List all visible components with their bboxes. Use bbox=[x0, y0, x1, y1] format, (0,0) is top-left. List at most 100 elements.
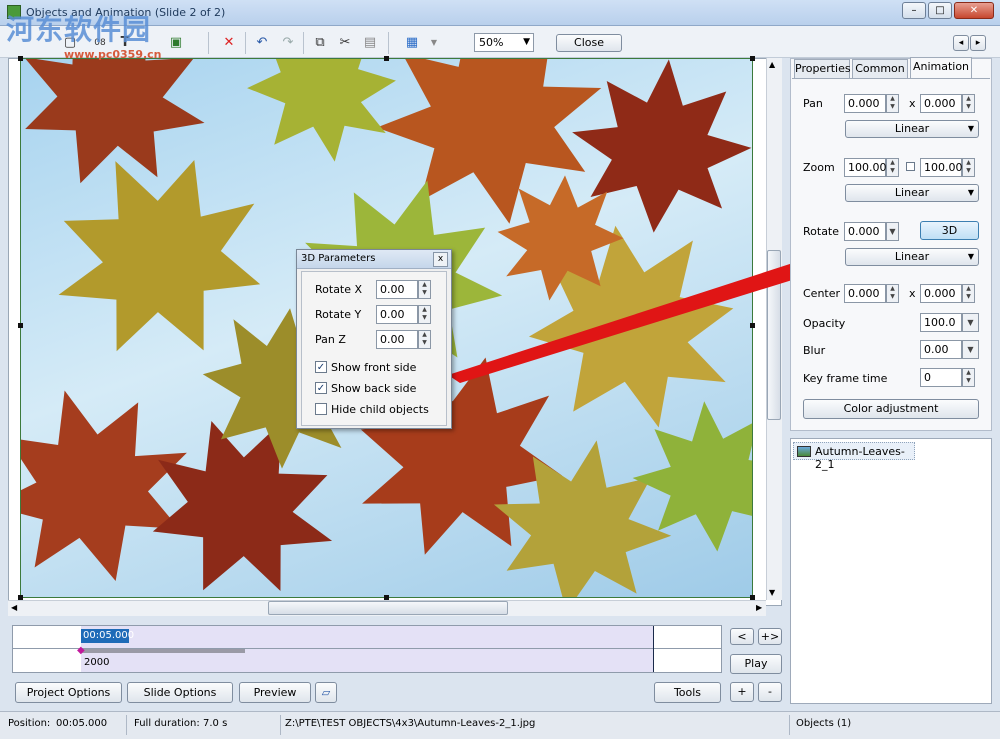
tab-animation[interactable]: Animation bbox=[910, 57, 972, 79]
pan-y-input[interactable]: 0.000 bbox=[920, 94, 962, 113]
rotate-label: Rotate bbox=[803, 225, 840, 238]
watermark-logo: 河东软件园 bbox=[6, 13, 152, 46]
rotate-input[interactable]: 0.000 bbox=[844, 222, 886, 241]
objects-list bbox=[790, 438, 992, 704]
undo-icon[interactable]: ↶ bbox=[252, 34, 272, 52]
status-file-path: Z:\PTE\TEST OBJECTS\4x3\Autumn-Leaves-2_… bbox=[285, 718, 536, 729]
selection-handle[interactable] bbox=[18, 56, 23, 61]
pan-x-separator: x bbox=[909, 97, 916, 110]
paste-icon[interactable]: ▤ bbox=[360, 34, 380, 52]
blur-dropdown-icon[interactable]: ▼ bbox=[962, 340, 979, 359]
zoom-label: Zoom bbox=[803, 161, 835, 174]
zoom-y-spinner[interactable]: ▲ ▼ bbox=[962, 158, 975, 177]
zoom-x-spinner[interactable]: ▲ ▼ bbox=[886, 158, 899, 177]
cut-icon[interactable]: ✂ bbox=[335, 34, 355, 52]
add-image-icon[interactable]: ▣ bbox=[166, 34, 186, 52]
scroll-up-icon[interactable]: ▲ bbox=[769, 60, 775, 69]
selection-handle[interactable] bbox=[384, 56, 389, 61]
center-y-spinner[interactable]: ▲ ▼ bbox=[962, 284, 975, 303]
opacity-dropdown-icon[interactable]: ▼ bbox=[962, 313, 979, 332]
add-keyframe-button[interactable]: + bbox=[730, 682, 754, 702]
dialog-title: 3D Parameters bbox=[301, 253, 376, 264]
rotate-mode-select[interactable]: Linear ▼ bbox=[845, 248, 979, 266]
play-button[interactable]: Play bbox=[730, 654, 782, 674]
opacity-label: Opacity bbox=[803, 317, 846, 330]
nav-prev-button[interactable]: ◂ bbox=[953, 35, 969, 51]
zoom-lock-checkbox[interactable] bbox=[906, 162, 915, 171]
grid-dropdown-icon[interactable]: ▼ bbox=[424, 34, 444, 52]
redo-icon[interactable]: ↷ bbox=[278, 34, 298, 52]
image-object-icon bbox=[797, 446, 811, 457]
pan-y-spinner[interactable]: ▲ ▼ bbox=[962, 94, 975, 113]
zoom-mode-select[interactable]: Linear ▼ bbox=[845, 184, 979, 202]
scroll-left-icon[interactable]: ◀ bbox=[11, 603, 17, 612]
rotate-dropdown-icon[interactable]: ▼ bbox=[886, 222, 899, 241]
show-back-label: Show back side bbox=[331, 382, 417, 395]
selection-handle[interactable] bbox=[750, 56, 755, 61]
pan-x-spinner[interactable]: ▲ ▼ bbox=[886, 94, 899, 113]
prev-keyframe-button[interactable]: < bbox=[730, 628, 754, 645]
dialog-close-button[interactable]: x bbox=[433, 252, 448, 267]
pan-z-label: Pan Z bbox=[315, 333, 346, 346]
status-position-label: Position: bbox=[8, 718, 51, 729]
grid-icon[interactable]: ▦ bbox=[402, 34, 422, 52]
status-position: 00:05.000 bbox=[56, 718, 108, 729]
color-adjustment-button[interactable]: Color adjustment bbox=[803, 399, 979, 419]
hide-child-checkbox[interactable] bbox=[315, 403, 327, 415]
dialog-caption: 3D Parameters x bbox=[297, 250, 451, 269]
project-options-button[interactable]: Project Options bbox=[15, 682, 122, 703]
remove-keyframe-button[interactable]: - bbox=[758, 682, 782, 702]
scroll-down-icon[interactable]: ▼ bbox=[769, 588, 775, 597]
delete-icon[interactable]: ✕ bbox=[219, 34, 239, 52]
object-name: Autumn-Leaves-2_1 bbox=[815, 445, 905, 471]
pan-x-input[interactable]: 0.000 bbox=[844, 94, 886, 113]
show-back-checkbox[interactable]: ✓ bbox=[315, 382, 327, 394]
maximize-button[interactable]: □ bbox=[928, 2, 952, 19]
center-y-input[interactable]: 0.000 bbox=[920, 284, 962, 303]
center-x-spinner[interactable]: ▲ ▼ bbox=[886, 284, 899, 303]
zoom-y-input[interactable]: 100.000 bbox=[920, 158, 970, 177]
show-front-checkbox[interactable]: ✓ bbox=[315, 361, 327, 373]
rotate-x-input[interactable]: 0.00 bbox=[376, 280, 418, 299]
next-keyframe-button[interactable]: +> bbox=[758, 628, 782, 645]
close-button[interactable]: Close bbox=[556, 34, 622, 52]
close-window-button[interactable]: ✕ bbox=[954, 2, 994, 19]
keyframe-marker-icon[interactable]: ◆ bbox=[77, 645, 85, 656]
blur-input[interactable]: 0.00 bbox=[920, 340, 962, 359]
minimize-button[interactable]: – bbox=[902, 2, 926, 19]
eraser-icon[interactable]: ▱ bbox=[315, 682, 337, 703]
copy-icon[interactable]: ⧉ bbox=[310, 34, 330, 52]
status-objects-count: Objects (1) bbox=[796, 718, 852, 729]
status-duration-label: Full duration: bbox=[134, 718, 200, 729]
keyframe-spinner[interactable]: ▲ ▼ bbox=[962, 368, 975, 387]
pan-mode-select[interactable]: Linear ▼ bbox=[845, 120, 979, 138]
rotate-x-spinner[interactable]: ▲ ▼ bbox=[418, 280, 431, 299]
center-label: Center bbox=[803, 287, 841, 300]
timeline-duration: 2000 bbox=[84, 657, 110, 668]
rotate-x-label: Rotate X bbox=[315, 283, 363, 296]
status-bar: Position: 00:05.000 Full duration: 7.0 s… bbox=[0, 711, 1000, 739]
nav-next-button[interactable]: ▸ bbox=[970, 35, 986, 51]
opacity-input[interactable]: 100.0 bbox=[920, 313, 962, 332]
zoom-x-input[interactable]: 100.000 bbox=[844, 158, 894, 177]
timeline-end-marker bbox=[653, 626, 654, 672]
tab-properties[interactable]: Properties bbox=[794, 59, 851, 78]
slide-options-button[interactable]: Slide Options bbox=[127, 682, 233, 703]
list-item[interactable]: Autumn-Leaves-2_1 bbox=[793, 442, 915, 471]
pan-z-spinner[interactable]: ▲ ▼ bbox=[418, 330, 431, 349]
preview-button[interactable]: Preview bbox=[239, 682, 311, 703]
selection-handle[interactable] bbox=[18, 323, 23, 328]
scroll-right-icon[interactable]: ▶ bbox=[756, 603, 762, 612]
horizontal-scroll-thumb[interactable] bbox=[268, 601, 508, 615]
tools-button[interactable]: Tools bbox=[654, 682, 721, 703]
rotate-y-spinner[interactable]: ▲ ▼ bbox=[418, 305, 431, 324]
timeline-time: 00:05.000 bbox=[81, 629, 135, 643]
show-front-label: Show front side bbox=[331, 361, 417, 374]
pan-z-input[interactable]: 0.00 bbox=[376, 330, 418, 349]
keyframe-input[interactable]: 0 bbox=[920, 368, 962, 387]
3d-button[interactable]: 3D bbox=[920, 221, 979, 240]
center-x-input[interactable]: 0.000 bbox=[844, 284, 886, 303]
tab-common[interactable]: Common bbox=[852, 59, 908, 78]
rotate-y-input[interactable]: 0.00 bbox=[376, 305, 418, 324]
zoom-select[interactable]: 50% ▼ bbox=[474, 33, 534, 52]
